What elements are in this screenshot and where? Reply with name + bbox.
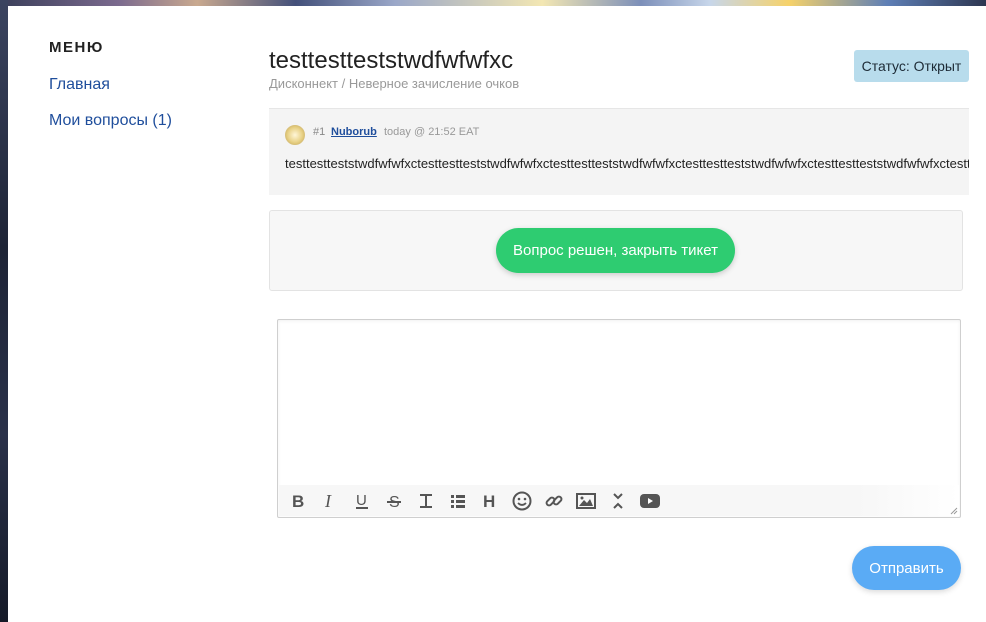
- youtube-icon[interactable]: [639, 490, 661, 512]
- message-number: #1: [313, 126, 326, 138]
- svg-text:B: B: [292, 492, 304, 510]
- background-image-strip: [0, 0, 8, 622]
- close-ticket-button[interactable]: Вопрос решен, закрыть тикет: [496, 228, 735, 273]
- sidebar-item-home[interactable]: Главная: [49, 76, 110, 94]
- submit-button[interactable]: Отправить: [852, 546, 961, 590]
- breadcrumb: Дисконнект / Неверное зачисление очков: [269, 76, 520, 91]
- strikethrough-icon[interactable]: S: [383, 490, 405, 512]
- editor-toolbar: B I U S H: [279, 485, 959, 516]
- resize-handle[interactable]: [950, 507, 958, 515]
- smiley-icon[interactable]: [511, 490, 533, 512]
- message-post: #1 Nuborub today @ 21:52 EAT testtesttes…: [269, 108, 969, 195]
- image-icon[interactable]: [575, 490, 597, 512]
- heading-icon[interactable]: H: [479, 490, 501, 512]
- menu-title: МЕНЮ: [49, 39, 104, 56]
- message-author-link[interactable]: Nuborub: [331, 126, 377, 138]
- reply-textarea[interactable]: [280, 322, 962, 486]
- list-icon[interactable]: [447, 490, 469, 512]
- link-icon[interactable]: [543, 490, 565, 512]
- message-text: testtestteststwdfwfwfxctesttestteststwdf…: [285, 156, 969, 171]
- sidebar-item-my-questions[interactable]: Мои вопросы (1): [49, 112, 172, 130]
- resolve-panel: Вопрос решен, закрыть тикет: [269, 210, 963, 291]
- reply-editor: B I U S H: [277, 319, 962, 518]
- status-badge: Статус: Открыт: [854, 50, 969, 82]
- text-height-icon[interactable]: [415, 490, 437, 512]
- italic-icon[interactable]: I: [319, 490, 341, 512]
- underline-icon[interactable]: U: [351, 490, 373, 512]
- svg-text:I: I: [324, 492, 332, 510]
- svg-text:H: H: [483, 492, 495, 510]
- page-content: МЕНЮ Главная Мои вопросы (1) testtesttes…: [8, 6, 986, 622]
- svg-text:U: U: [356, 492, 367, 509]
- message-timestamp: today @ 21:52 EAT: [384, 126, 480, 138]
- bold-icon[interactable]: B: [287, 490, 309, 512]
- page-title: testtestteststwdfwfwfxc: [269, 47, 514, 74]
- spoiler-icon[interactable]: [607, 490, 629, 512]
- avatar[interactable]: [285, 125, 305, 145]
